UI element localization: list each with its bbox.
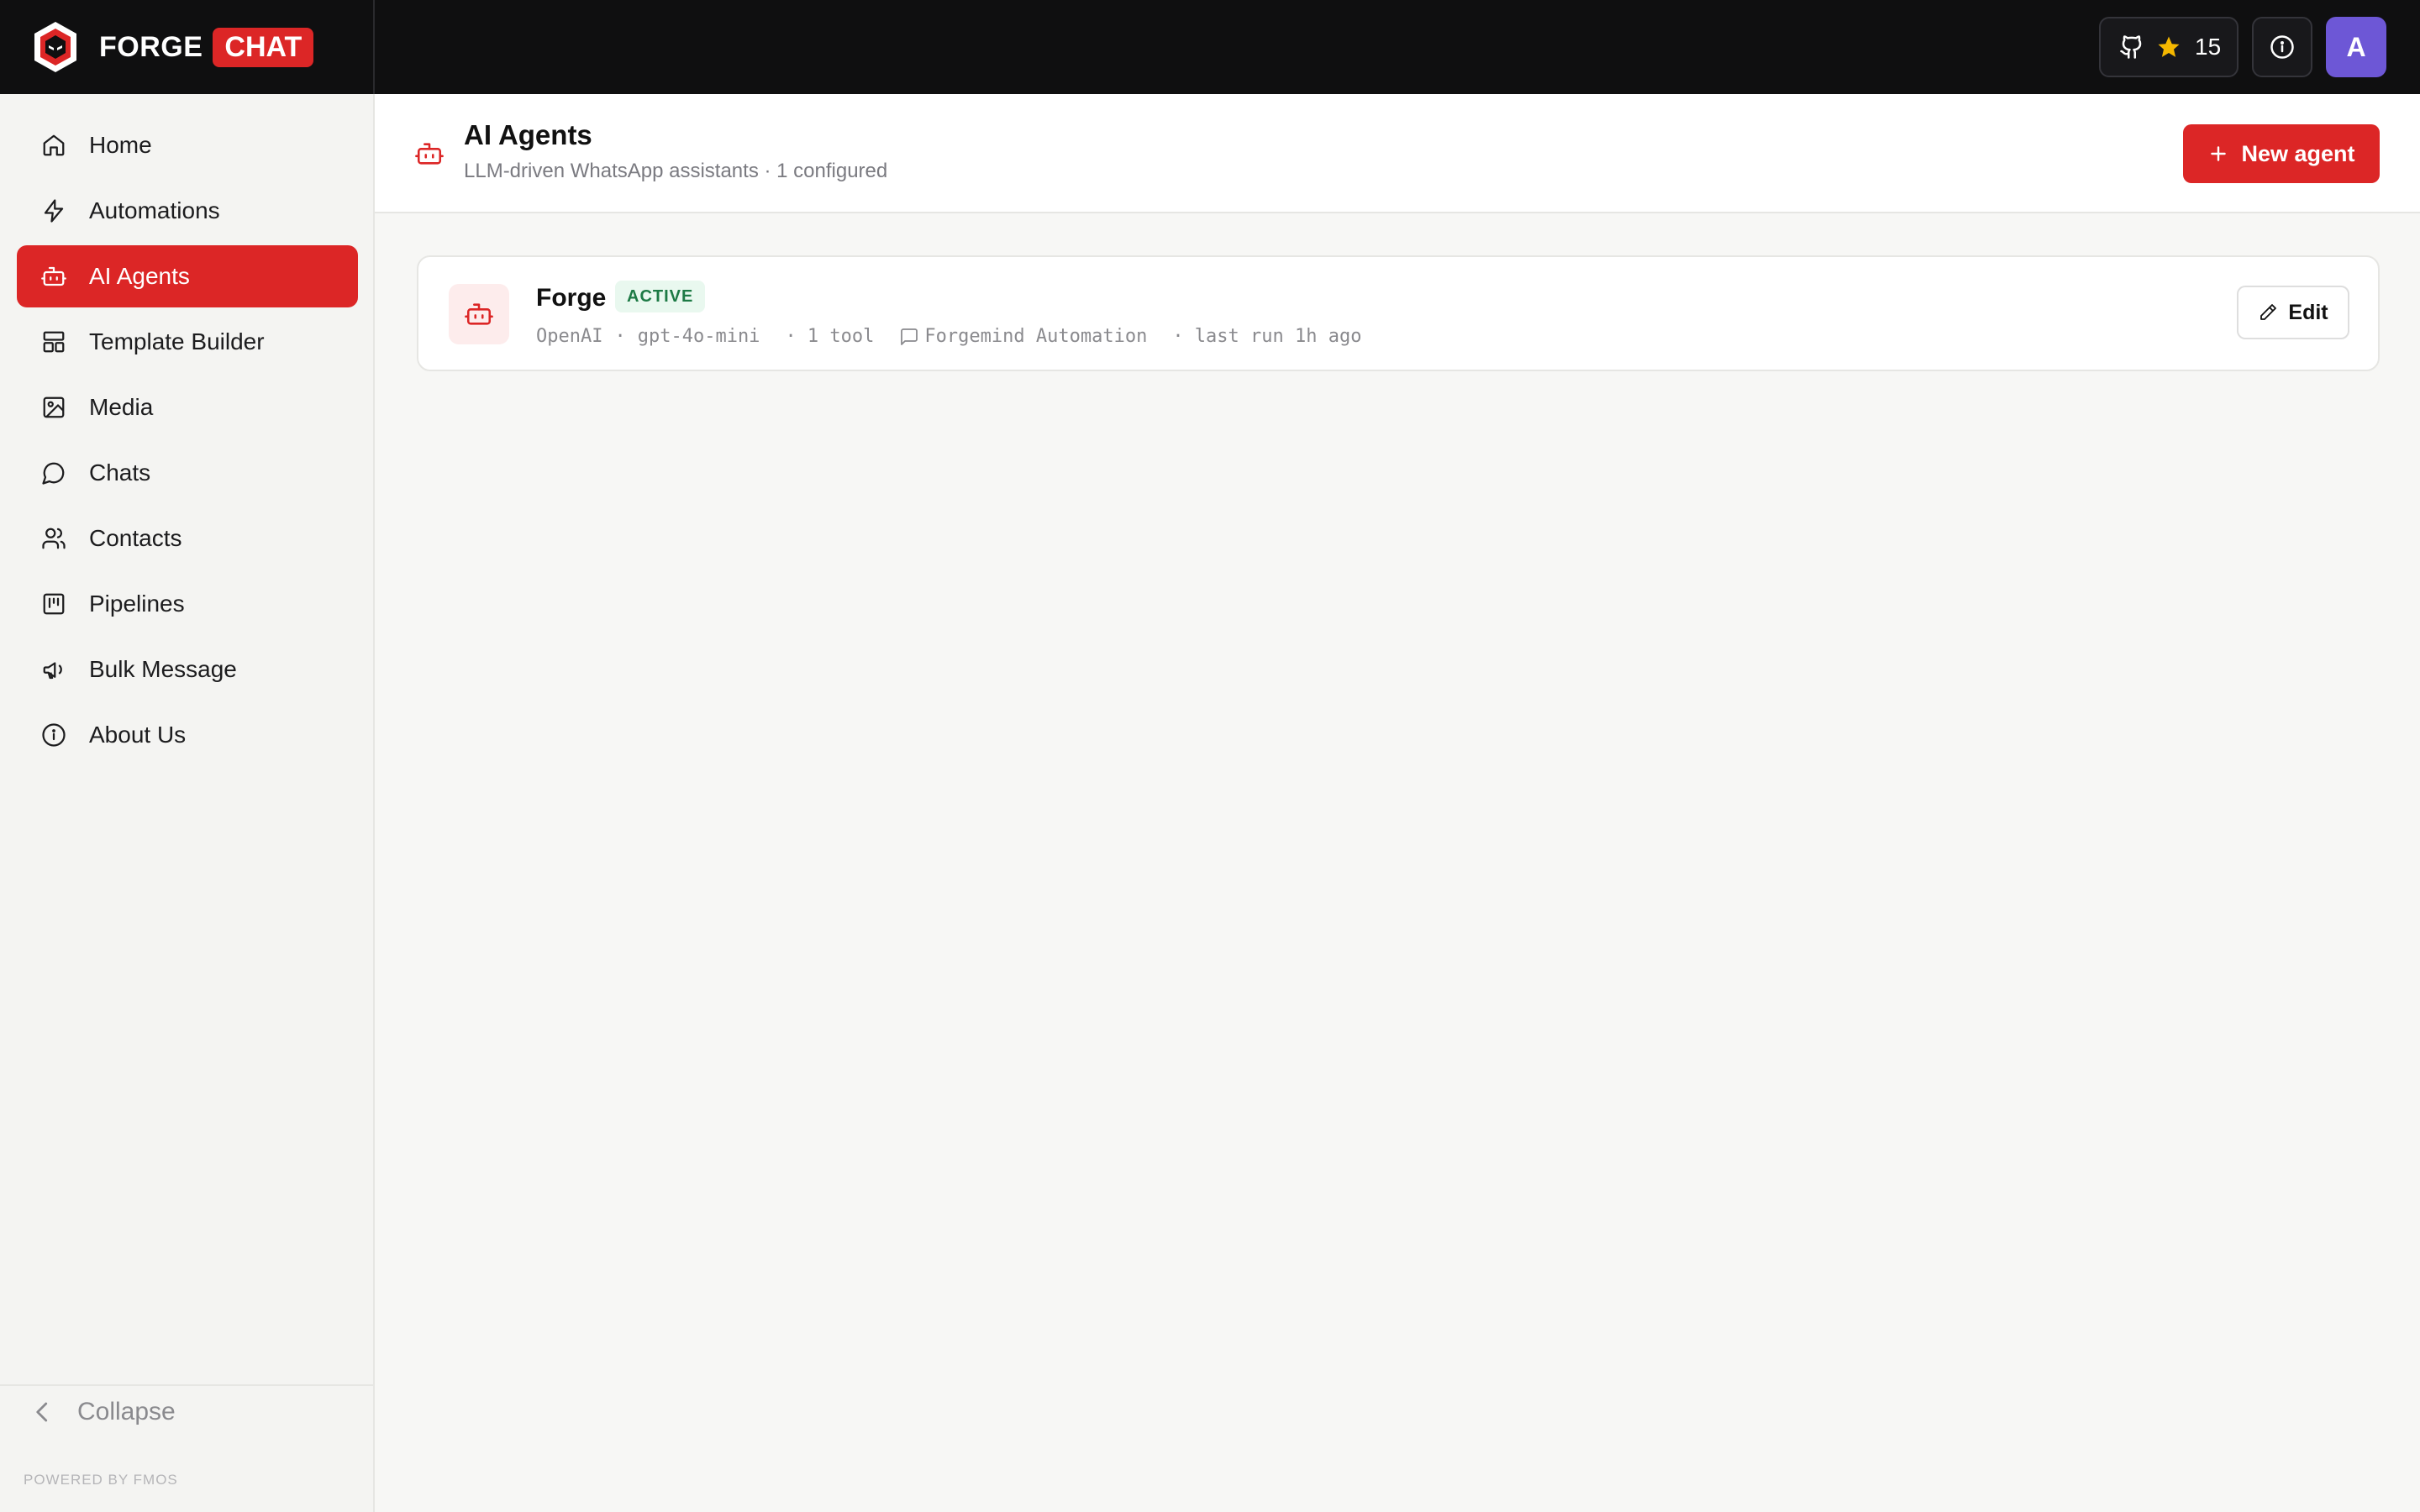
divider: [373, 0, 375, 94]
forge-logo-icon: [34, 22, 76, 72]
new-agent-button[interactable]: New agent: [2183, 124, 2380, 183]
sidebar-item-label: Template Builder: [89, 328, 265, 354]
sidebar-item-automations[interactable]: Automations: [17, 180, 358, 242]
chat-icon: [899, 327, 919, 347]
agent-provider: OpenAI: [536, 326, 603, 347]
sidebar-item-pipelines[interactable]: Pipelines: [17, 573, 358, 635]
users-icon: [40, 525, 67, 552]
pencil-icon: [2258, 302, 2278, 323]
edit-label: Edit: [2288, 300, 2328, 324]
edit-button[interactable]: Edit: [2237, 286, 2349, 339]
brand[interactable]: FORGE CHAT: [32, 20, 314, 74]
home-icon: [40, 132, 67, 159]
new-agent-label: New agent: [2241, 140, 2355, 166]
sidebar-item-label: Media: [89, 394, 154, 420]
image-icon: [40, 394, 67, 421]
collapse-button[interactable]: Collapse: [30, 1398, 176, 1426]
star-icon: [2158, 36, 2180, 57]
chevron-left-icon: [36, 1402, 48, 1422]
plus-icon: [2207, 143, 2229, 165]
sidebar-nav: Home Automations AI Agents Template Buil…: [17, 114, 358, 769]
info-button[interactable]: [2252, 17, 2312, 77]
sidebar-item-bulk-message[interactable]: Bulk Message: [17, 638, 358, 701]
agent-name: Forge: [536, 284, 607, 312]
bot-icon: [415, 143, 444, 165]
divider: [0, 1384, 373, 1386]
lightning-icon: [40, 197, 67, 224]
agent-last-run: · last run 1h ago: [1172, 326, 1362, 347]
page-title: AI Agents: [464, 119, 592, 150]
collapse-label: Collapse: [77, 1398, 176, 1425]
github-icon: [2120, 35, 2142, 59]
star-count: 15: [2195, 34, 2222, 60]
github-stars-button[interactable]: 15: [2099, 17, 2238, 77]
info-icon: [2270, 35, 2294, 59]
sidebar-item-ai-agents[interactable]: AI Agents: [17, 245, 358, 307]
separator: ·: [614, 326, 626, 347]
sidebar: Home Automations AI Agents Template Buil…: [0, 94, 375, 1512]
sidebar-item-template-builder[interactable]: Template Builder: [17, 311, 358, 373]
sidebar-item-label: AI Agents: [89, 263, 190, 289]
sidebar-item-label: Contacts: [89, 525, 182, 551]
sidebar-item-chats[interactable]: Chats: [17, 442, 358, 504]
layout-icon: [40, 328, 67, 355]
agent-avatar: [449, 284, 509, 344]
info-icon: [40, 722, 67, 748]
brand-name: FORGE: [99, 30, 203, 63]
agent-tools: · 1 tool: [785, 326, 875, 347]
agent-meta: OpenAI · gpt-4o-mini · 1 tool Forgemind …: [536, 326, 1361, 347]
powered-by: POWERED BY FMOS: [24, 1472, 178, 1488]
sidebar-item-about-us[interactable]: About Us: [17, 704, 358, 766]
sidebar-item-contacts[interactable]: Contacts: [17, 507, 358, 570]
agent-model: gpt-4o-mini: [637, 326, 760, 347]
agent-card[interactable]: Forge ACTIVE OpenAI · gpt-4o-mini · 1 to…: [417, 255, 2380, 371]
page-header: AI Agents LLM-driven WhatsApp assistants…: [375, 94, 2420, 213]
sidebar-item-label: Home: [89, 132, 152, 158]
sidebar-item-home[interactable]: Home: [17, 114, 358, 176]
bot-icon: [40, 263, 67, 290]
brand-tag: CHAT: [213, 27, 314, 67]
agent-channel: Forgemind Automation: [924, 326, 1148, 347]
user-avatar[interactable]: A: [2326, 17, 2386, 77]
sidebar-item-label: Chats: [89, 459, 151, 486]
bot-icon: [465, 303, 493, 325]
chat-icon: [40, 459, 67, 486]
status-badge: ACTIVE: [615, 281, 706, 312]
sidebar-item-label: About Us: [89, 722, 187, 748]
sidebar-item-label: Automations: [89, 197, 220, 223]
sidebar-item-media[interactable]: Media: [17, 376, 358, 438]
page-subtitle: LLM-driven WhatsApp assistants · 1 confi…: [464, 160, 888, 182]
kanban-icon: [40, 591, 67, 617]
sidebar-item-label: Bulk Message: [89, 656, 237, 682]
top-bar: FORGE CHAT 15 A: [0, 0, 2420, 94]
sidebar-item-label: Pipelines: [89, 591, 185, 617]
megaphone-icon: [40, 656, 67, 683]
